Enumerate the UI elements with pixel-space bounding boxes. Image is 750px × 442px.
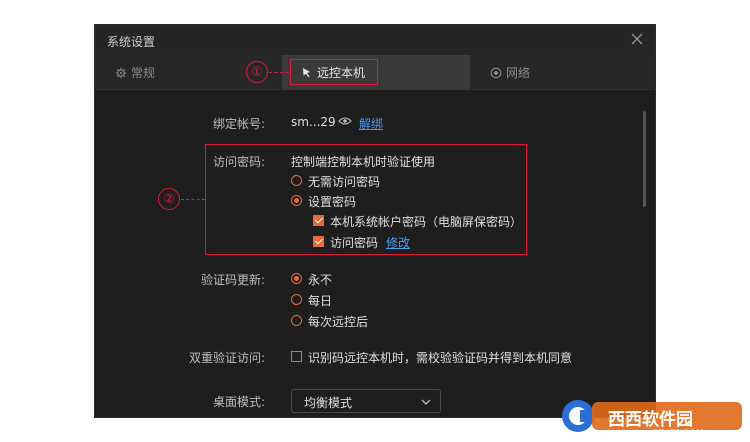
tab-remote-highlight: 远控本机 (290, 59, 378, 85)
callout-one-line (269, 72, 289, 73)
close-icon[interactable] (629, 31, 645, 47)
watermark-brand: 西西软件园 (608, 410, 693, 429)
tab-general-label: 常规 (131, 66, 156, 80)
desktop-mode-select[interactable]: 均衡模式 (291, 389, 441, 413)
double-verify-label: 双重验证访问: (188, 351, 265, 365)
callout-two: ② (158, 188, 180, 210)
tab-remote-control[interactable]: 远控本机 (282, 55, 470, 90)
access-password-option-label: 访问密码 (330, 236, 379, 250)
each-time-label: 每次远控后 (308, 315, 369, 329)
checkbox-double-verify[interactable] (291, 351, 302, 362)
watermark-logo: 西西软件园 CR173.COM (556, 392, 750, 442)
unbind-link[interactable]: 解绑 (359, 115, 383, 132)
tab-network[interactable]: 网络 (490, 55, 530, 90)
scrollbar-thumb[interactable] (643, 111, 646, 207)
tab-network-label: 网络 (506, 66, 531, 80)
tab-remote-label: 远控本机 (317, 65, 366, 80)
radio-set-password[interactable] (291, 195, 302, 206)
desktop-mode-value: 均衡模式 (304, 396, 353, 410)
callout-two-line (181, 199, 205, 200)
no-password-label: 无需访问密码 (308, 175, 381, 189)
radio-each-time[interactable] (291, 315, 302, 326)
checkbox-access-password[interactable] (313, 236, 324, 247)
eye-icon[interactable] (338, 115, 352, 127)
radio-never[interactable] (291, 273, 302, 284)
checkbox-system-account-password[interactable] (313, 215, 324, 226)
network-icon (490, 67, 502, 79)
access-password-label: 访问密码: (212, 155, 265, 169)
tab-bar: 常规 远控本机 网络 (95, 55, 655, 90)
callout-one: ① (246, 61, 268, 83)
watermark-domain: CR173.COM (652, 428, 704, 438)
code-update-label: 验证码更新: (200, 273, 265, 287)
desktop-mode-label: 桌面模式: (212, 395, 265, 409)
daily-label: 每日 (308, 294, 333, 308)
access-password-description: 控制端控制本机时验证使用 (291, 155, 436, 169)
account-label: 绑定帐号: (212, 117, 265, 131)
cursor-icon (301, 66, 313, 78)
radio-no-password[interactable] (291, 175, 302, 186)
modify-password-link[interactable]: 修改 (386, 234, 410, 251)
window-title: 系统设置 (107, 35, 156, 49)
never-label: 永不 (308, 273, 333, 287)
account-value: sm...29 (291, 115, 336, 129)
double-verify-text: 识别码远控本机时，需校验验证码并得到本机同意 (308, 351, 573, 365)
title-bar: 系统设置 (95, 25, 655, 55)
tab-general[interactable]: 常规 (115, 55, 155, 90)
set-password-label: 设置密码 (308, 195, 357, 209)
system-account-password-label: 本机系统帐户密码（电脑屏保密码） (330, 215, 523, 229)
settings-window: 系统设置 常规 远控本机 网络 绑定帐号: sm...29 解绑 访问密码: 控… (94, 24, 656, 418)
gear-icon (115, 67, 127, 79)
radio-daily[interactable] (291, 294, 302, 305)
chevron-down-icon (420, 396, 432, 408)
